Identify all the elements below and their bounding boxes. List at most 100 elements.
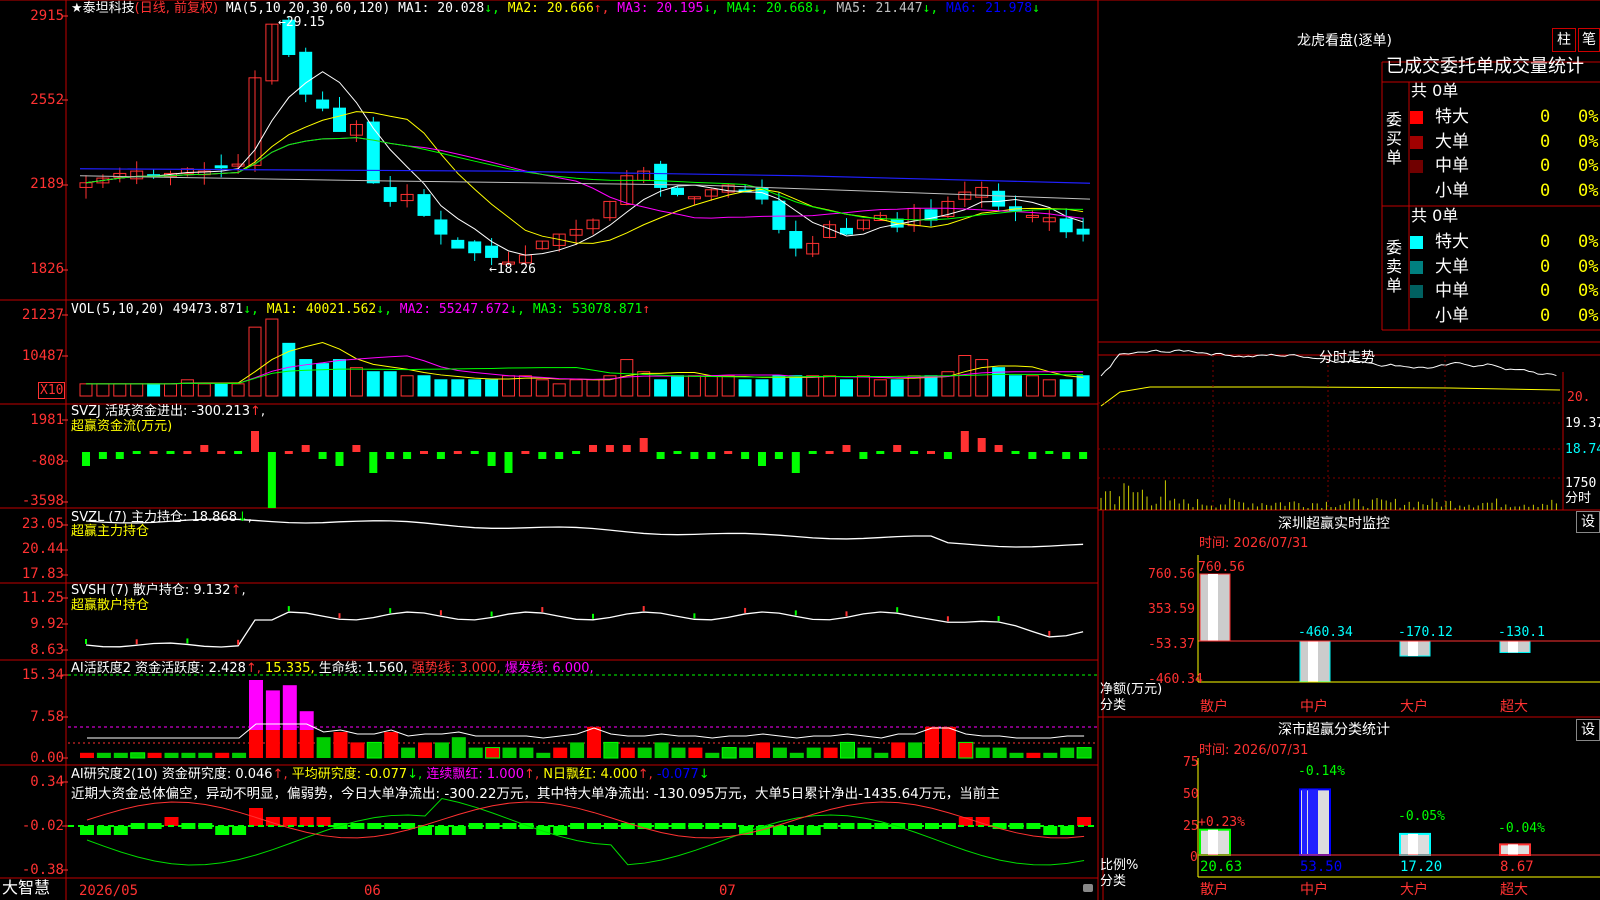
ma-value: MA2: 55247.672: [399, 302, 510, 317]
candle-body: [654, 163, 668, 188]
minute-title: 分时走势: [1319, 350, 1375, 366]
volume-bar: [434, 379, 448, 397]
volume-bar: [586, 379, 600, 397]
monitor-bar-highlight: [1308, 641, 1318, 682]
flow-bar: [589, 445, 597, 452]
activity-bar: [316, 737, 331, 758]
volume-bar: [738, 379, 752, 397]
activity-bar: [941, 726, 956, 758]
monitor-settings-button[interactable]: 设: [1576, 511, 1600, 533]
low-price-mark: ←18.26: [489, 262, 536, 277]
stock-name[interactable]: ★泰坦科技: [71, 1, 135, 16]
order-row: 特大 0 0%: [1410, 231, 1600, 253]
candle-body: [1059, 218, 1073, 233]
minute-unit-label: 分时: [1565, 491, 1592, 506]
volume-bar: [180, 379, 194, 397]
activity-bar: [654, 742, 669, 758]
lock-icon[interactable]: [1083, 884, 1093, 892]
research-bar: [789, 826, 804, 835]
activity-bar: [96, 752, 111, 758]
volume-bar: [113, 383, 127, 397]
kline-chart-canvas[interactable]: [0, 0, 1600, 900]
flow-bar: [808, 451, 817, 454]
svzl-y-label: 17.83: [21, 566, 64, 582]
ai2-header: AI研究度2(10) 资金研究度: 0.046↑, 平均研究度: -0.077↓…: [71, 767, 710, 782]
order-count: 0: [1540, 232, 1551, 252]
candle-body: [434, 219, 448, 235]
monitor-y-label: -53.37: [1148, 637, 1195, 652]
order-name: 小单: [1435, 180, 1469, 201]
candle-body: [1076, 228, 1090, 235]
monitor-axis-label: 分类: [1100, 698, 1127, 713]
activity-bar: [857, 747, 872, 758]
class-bar-highlight: [1302, 789, 1307, 855]
retail-tick: [794, 610, 797, 616]
retail-tick: [439, 610, 442, 616]
vol-title: VOL(5,10,20): [71, 302, 165, 317]
flow-bar: [352, 445, 361, 452]
volume-bar: [840, 379, 853, 397]
flow-bar: [605, 445, 614, 452]
flow-bar: [149, 451, 158, 454]
volume-bar: [704, 375, 718, 397]
order-row: 小单 0 0%: [1410, 180, 1600, 202]
volume-bar: [485, 379, 499, 397]
activity-bar: [502, 747, 517, 758]
activity-bar: [570, 742, 585, 758]
order-count: 0: [1540, 281, 1551, 301]
candle-body: [383, 187, 397, 202]
flow-bar: [335, 452, 344, 466]
class-settings-button[interactable]: 设: [1576, 719, 1600, 741]
class-time: 时间: 2026/07/31: [1199, 743, 1309, 758]
flow-bar: [82, 452, 90, 466]
volume-bar: [417, 375, 431, 397]
research-bar: [282, 817, 297, 826]
class-bar-highlight: [1208, 829, 1218, 855]
flow-bar: [707, 452, 716, 459]
retail-tick: [896, 607, 899, 613]
activity-bar: [366, 741, 382, 759]
activity-bar: [891, 742, 906, 758]
class-y-label: 75: [1183, 755, 1199, 770]
research-bar: [418, 826, 432, 835]
period-label[interactable]: (日线, 前复权): [135, 1, 218, 16]
volume-bar: [856, 375, 870, 397]
pen-view-button[interactable]: 笔: [1578, 28, 1600, 52]
ma-line: [79, 168, 1091, 184]
retail-tick: [186, 638, 189, 644]
ai1-y-label: 15.34: [21, 667, 64, 683]
main-y-label: 2552: [30, 92, 64, 108]
monitor-category: 中户: [1300, 699, 1328, 715]
bar-view-button[interactable]: 柱: [1552, 28, 1576, 52]
activity-bar: [299, 711, 314, 730]
volume-bar: [1009, 375, 1022, 397]
activity-bar: [401, 747, 416, 758]
flow-bar: [1045, 451, 1054, 454]
vol-value: 49473.871: [172, 302, 244, 317]
monitor-bar-value: 760.56: [1198, 560, 1245, 575]
retail-tick: [541, 607, 544, 613]
activity-bar: [384, 732, 399, 758]
candle-body: [468, 241, 482, 254]
flow-bar: [301, 445, 310, 452]
candle-body: [671, 187, 684, 195]
flow-bar: [943, 452, 952, 459]
monitor-bar-highlight: [1508, 641, 1518, 653]
flow-bar: [622, 445, 631, 452]
class-category: 大户: [1400, 882, 1428, 898]
svsh-subtitle: 超赢散户持仓: [71, 598, 150, 613]
order-pct: 0%: [1578, 180, 1599, 201]
volume-bar: [890, 379, 904, 397]
research-bar: [232, 826, 247, 835]
flow-bar: [132, 451, 141, 454]
volume-bar: [130, 383, 144, 397]
lhb-tabs[interactable]: 已成交委托单成交量统计: [1386, 56, 1584, 78]
order-name: 中单: [1435, 156, 1469, 176]
activity-bar: [249, 730, 263, 758]
activity-bar: [147, 752, 162, 758]
activity-bar: [908, 742, 923, 758]
class-pct: 17.20: [1400, 859, 1443, 875]
date-label: 07: [719, 883, 736, 899]
date-label: 06: [364, 883, 381, 899]
research-bar: [113, 826, 128, 835]
